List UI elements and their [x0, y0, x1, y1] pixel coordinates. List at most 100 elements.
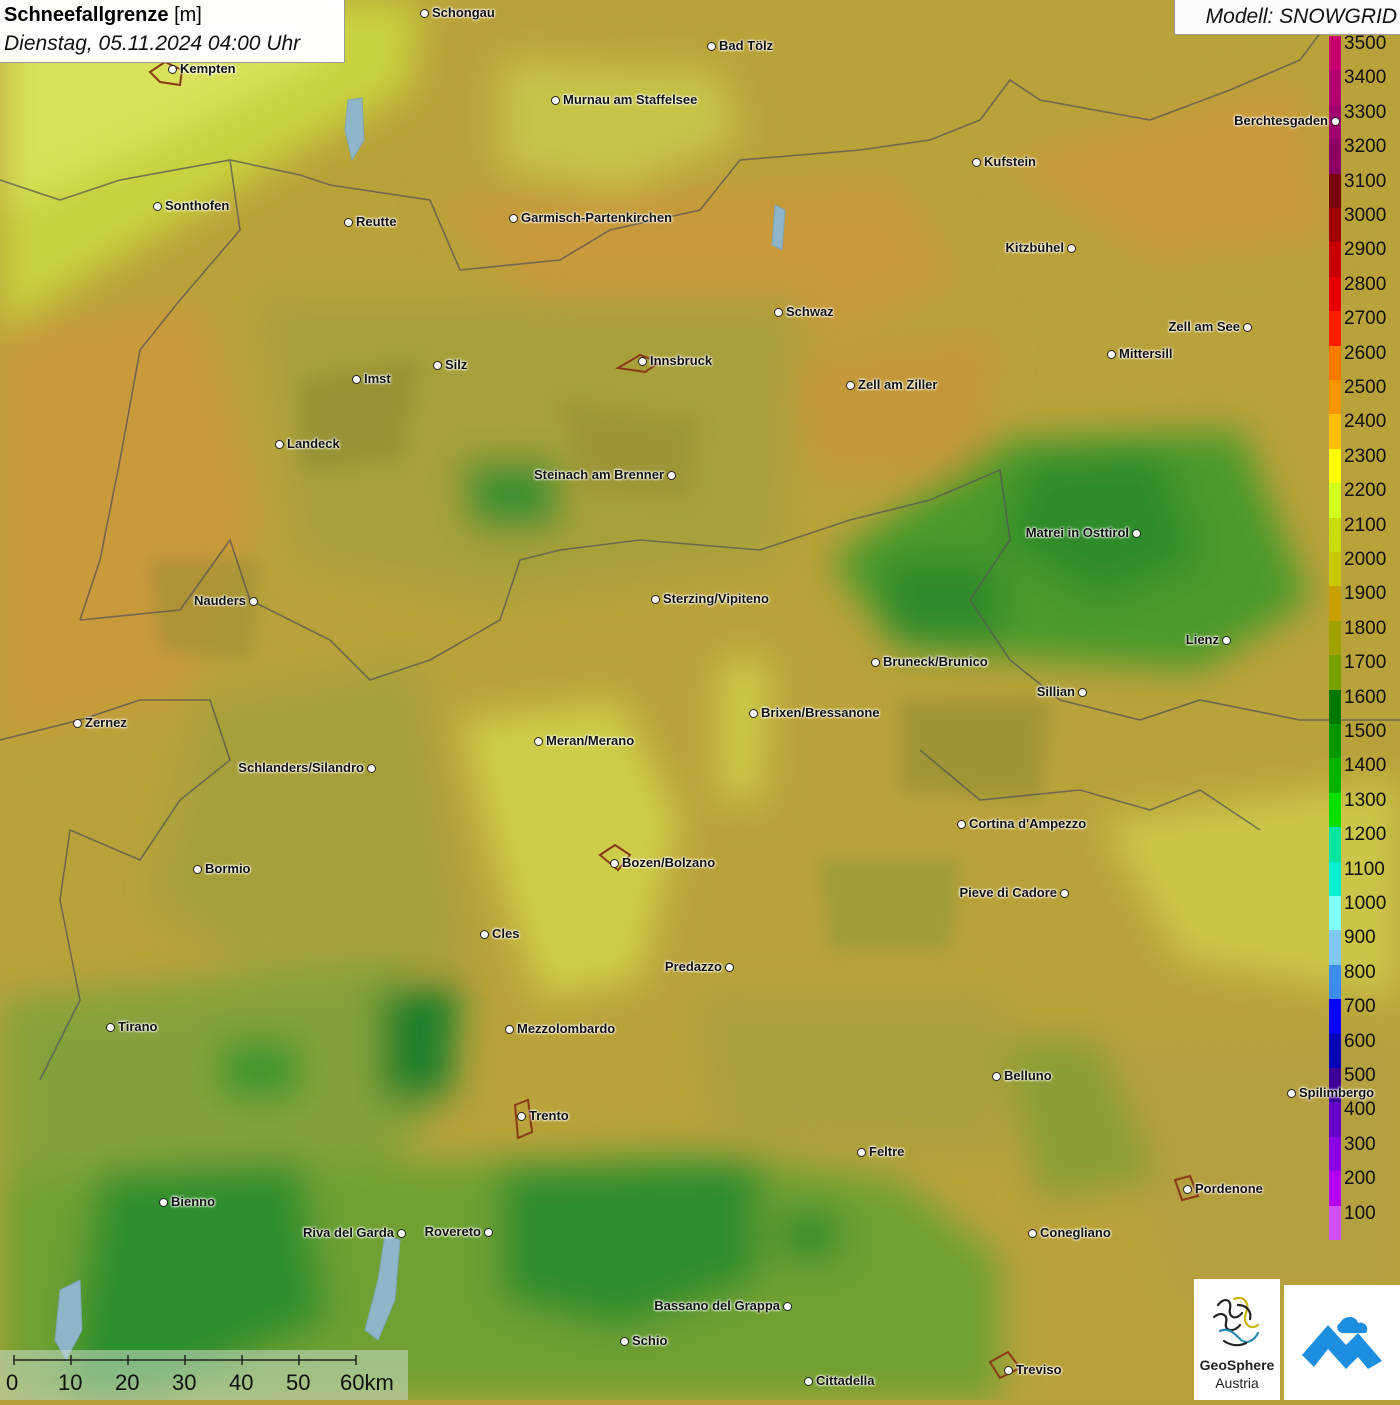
- city-marker[interactable]: [1242, 322, 1252, 332]
- city-marker[interactable]: [991, 1071, 1001, 1081]
- city-marker[interactable]: [724, 962, 734, 972]
- city-marker[interactable]: [504, 1024, 514, 1034]
- city-marker[interactable]: [637, 356, 647, 366]
- city-marker[interactable]: [666, 470, 676, 480]
- legend-swatch: [1329, 139, 1341, 175]
- city-marker[interactable]: [1330, 116, 1340, 126]
- city-marker[interactable]: [343, 217, 353, 227]
- city-label: Riva del Garda: [302, 1225, 394, 1240]
- city-marker[interactable]: [1182, 1184, 1192, 1194]
- city-marker[interactable]: [609, 858, 619, 868]
- city-marker[interactable]: [782, 1301, 792, 1311]
- scale-label-50: 50: [286, 1370, 311, 1395]
- legend-swatch: [1329, 896, 1341, 931]
- city-marker[interactable]: [1131, 528, 1141, 538]
- city-marker[interactable]: [773, 307, 783, 317]
- city-label: Zell am See: [1168, 319, 1240, 334]
- model-label: Modell: SNOWGRID: [1205, 5, 1397, 28]
- city-marker[interactable]: [152, 201, 162, 211]
- city-marker[interactable]: [533, 736, 543, 746]
- city-marker[interactable]: [1077, 687, 1087, 697]
- scale-label-0: 0: [6, 1370, 19, 1395]
- city-label: Bormio: [205, 861, 251, 876]
- city-label: Belluno: [1004, 1068, 1052, 1083]
- legend-label: 1300: [1344, 789, 1387, 811]
- legend-swatch: [1329, 724, 1341, 759]
- city-marker[interactable]: [748, 708, 758, 718]
- legend-swatch: [1329, 1171, 1341, 1207]
- legend-label: 200: [1344, 1168, 1376, 1190]
- city-marker[interactable]: [396, 1228, 406, 1238]
- city-label: Reutte: [356, 214, 397, 229]
- city-label: Meran/Merano: [546, 733, 635, 748]
- city-marker[interactable]: [650, 594, 660, 604]
- city-marker[interactable]: [1003, 1365, 1013, 1375]
- legend-label: 3200: [1344, 136, 1387, 158]
- city-label: Zell am Ziller: [858, 377, 938, 392]
- legend-swatch: [1329, 1033, 1341, 1069]
- city-label: Brixen/Bressanone: [761, 705, 880, 720]
- city-marker[interactable]: [351, 374, 361, 384]
- geosphere-logo[interactable]: GeoSphere Austria: [1194, 1279, 1280, 1400]
- legend-label: 2500: [1344, 377, 1387, 398]
- city-label: Matrei in Osttirol: [1025, 525, 1129, 540]
- city-label: Pordenone: [1195, 1181, 1263, 1196]
- city-label: Kufstein: [984, 154, 1036, 169]
- city-label: Schio: [632, 1333, 668, 1348]
- legend-swatch: [1329, 208, 1341, 243]
- legend-label: 2300: [1344, 445, 1387, 467]
- legend-label: 3500: [1344, 33, 1387, 54]
- city-label: Innsbruck: [650, 353, 713, 368]
- city-marker[interactable]: [971, 157, 981, 167]
- legend-label: 600: [1344, 1030, 1376, 1052]
- city-label: Mittersill: [1119, 346, 1173, 361]
- city-marker[interactable]: [956, 819, 966, 829]
- city-marker[interactable]: [856, 1147, 866, 1157]
- city-marker[interactable]: [248, 596, 258, 606]
- legend-label: 300: [1344, 1133, 1376, 1155]
- legend-label: 1100: [1344, 858, 1385, 880]
- city-marker[interactable]: [1027, 1228, 1037, 1238]
- city-marker[interactable]: [508, 213, 518, 223]
- city-marker[interactable]: [105, 1022, 115, 1032]
- city-marker[interactable]: [706, 41, 716, 51]
- legend-swatch: [1329, 311, 1341, 347]
- city-label: Rovereto: [424, 1224, 481, 1239]
- legend-swatch: [1329, 173, 1341, 209]
- city-label: Berchtesgaden: [1234, 113, 1328, 128]
- legend-label: 2900: [1344, 239, 1387, 261]
- city-marker[interactable]: [803, 1376, 813, 1386]
- legend-label: 800: [1344, 961, 1376, 983]
- city-marker[interactable]: [516, 1111, 526, 1121]
- city-marker[interactable]: [1221, 635, 1231, 645]
- city-marker[interactable]: [1066, 243, 1076, 253]
- weather-app-logo[interactable]: [1284, 1285, 1400, 1400]
- city-label: Sillian: [1036, 684, 1075, 699]
- city-marker[interactable]: [1286, 1088, 1296, 1098]
- legend-swatch: [1329, 827, 1341, 863]
- city-marker[interactable]: [1059, 888, 1069, 898]
- city-marker[interactable]: [274, 439, 284, 449]
- city-marker[interactable]: [845, 380, 855, 390]
- legend-label: 1800: [1344, 617, 1387, 639]
- city-marker[interactable]: [432, 360, 442, 370]
- city-marker[interactable]: [1106, 349, 1116, 359]
- city-label: Bienno: [171, 1194, 216, 1209]
- city-marker[interactable]: [366, 763, 376, 773]
- legend-label: 1200: [1344, 824, 1387, 846]
- city-label: Imst: [364, 371, 391, 386]
- city-marker[interactable]: [192, 864, 202, 874]
- city-marker[interactable]: [483, 1227, 493, 1237]
- legend-swatch: [1329, 586, 1341, 622]
- city-marker[interactable]: [870, 657, 880, 667]
- city-marker[interactable]: [550, 95, 560, 105]
- city-marker[interactable]: [72, 718, 82, 728]
- legend-label: 1500: [1344, 721, 1387, 742]
- city-marker[interactable]: [479, 929, 489, 939]
- city-marker[interactable]: [619, 1336, 629, 1346]
- city-marker[interactable]: [158, 1197, 168, 1207]
- city-marker[interactable]: [167, 64, 177, 74]
- city-label: Bassano del Grappa: [654, 1298, 780, 1313]
- legend-label: 2800: [1344, 273, 1387, 295]
- city-marker[interactable]: [419, 8, 429, 18]
